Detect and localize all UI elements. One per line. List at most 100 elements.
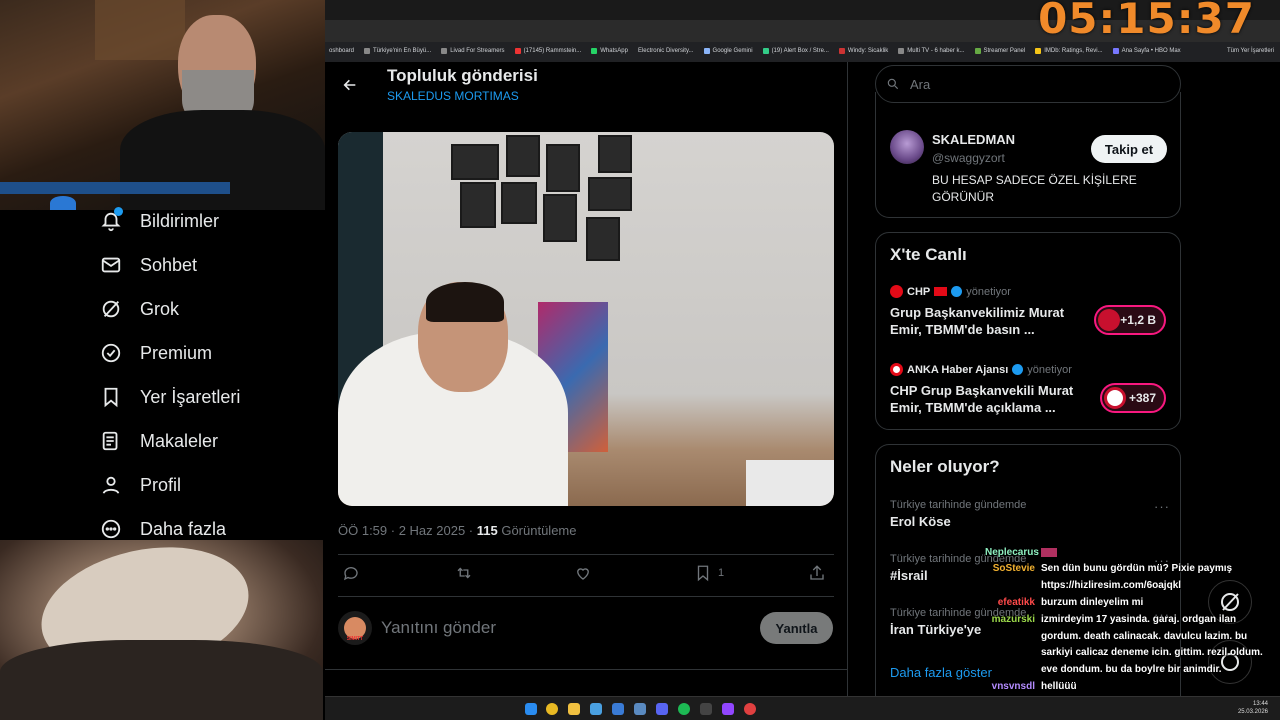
post-media-image[interactable] [338,132,834,506]
live-item[interactable]: ANKA Haber Ajansı yönetiyor CHP Grup Baş… [890,363,1170,416]
more-options-icon[interactable]: ··· [1154,499,1170,514]
system-clock[interactable]: 13:44 25.03.2026 [1238,700,1268,716]
bookmark-item[interactable]: (19) Alert Box / Stre... [762,48,829,54]
nav-label: Premium [140,342,213,363]
chat-message: mazurski izmirdeyim 17 yasinda. garaj. o… [985,612,1280,675]
share-action-button[interactable] [808,564,826,582]
app-icon[interactable] [700,703,712,715]
chp-logo-icon [890,285,903,298]
live-role: yönetiyor [1027,363,1072,376]
chat-text: Sen dün bunu gördün mü? Pixie paymış htt… [1041,563,1233,591]
trend-item[interactable]: Türkiye tarihinde gündemde Erol Köse ··· [890,499,1170,529]
folder-icon[interactable] [568,703,580,715]
nav-item-grok[interactable]: Grok [100,298,179,320]
verified-icon [1012,364,1024,375]
bookmark-icon [697,565,709,582]
taskbar-time: 13:44 [1252,701,1268,707]
live-listeners-pill[interactable]: +387 [1100,383,1166,413]
section-title: Neler oluyor? [890,457,1000,476]
bookmark-item[interactable]: Türkiye'nin En Büyü... [364,48,431,54]
account-name[interactable]: SKALEDMAN [932,132,1015,147]
live-headline: CHP Grup Başkanvekili Murat Emir, TBMM'd… [890,383,1074,415]
chrome-icon[interactable] [546,703,558,715]
envelope-icon [100,254,122,276]
repost-action-button[interactable] [455,564,473,582]
search-placeholder: Ara [910,76,931,92]
verified-icon [951,286,963,297]
show-more-link[interactable]: Daha fazla göster [890,665,992,680]
like-action-button[interactable] [574,564,592,582]
steam-icon[interactable] [634,703,646,715]
start-icon[interactable] [525,703,537,715]
post-header: Topluluk gönderisi SKALEDUS MORTIMAS [325,62,847,132]
post-meta: ÖÖ 1:59 · 2 Haz 2025 · 115 Görüntüleme [338,523,576,538]
spotify-icon[interactable] [678,703,690,715]
share-icon [810,565,824,580]
section-title: X'te Canlı [890,245,967,264]
live-source: CHP [907,285,931,298]
chat-message: efeatikk burzum dinleyelim mi [985,595,1280,612]
host-avatar [1104,387,1126,409]
nav-item-bookmarks[interactable]: Yer İşaretleri [100,386,240,408]
turkey-flag-icon [934,287,948,296]
nav-label: Sohbet [140,254,198,275]
bookmark-item[interactable]: Google Gemini [703,48,753,54]
nav-item-notifications[interactable]: Bildirimler [100,207,219,232]
bookmark-item[interactable]: oshboard [329,48,354,54]
obs-icon[interactable] [744,703,756,715]
live-on-x-card: X'te Canlı CHP yönetiyor Grup Başkanveki… [875,232,1181,430]
chat-emote-icon [1041,547,1057,557]
nav-label: Profil [140,474,182,495]
all-bookmarks-folder[interactable]: Tüm Yer İşaretleri [1227,48,1280,54]
chat-text: izmirdeyim 17 yasinda. garaj. ordgan ila… [1041,614,1263,675]
nav-item-chat[interactable]: Sohbet [100,254,197,276]
bookmark-item[interactable]: WhatsApp [591,48,628,54]
live-item[interactable]: CHP yönetiyor Grup Başkanvekilimiz Murat… [890,285,1170,338]
chat-message: SoStevie Sen dün bunu gördün mü? Pixie p… [985,561,1280,591]
trend-context: Türkiye tarihinde gündemde [890,499,1027,511]
nav-item-profile[interactable]: Profil [100,474,181,496]
who-to-follow-card: SKALEDMAN @swaggyzort BU HESAP SADECE ÖZ… [875,92,1181,218]
webcam-overlay-top [0,0,325,210]
bookmark-item[interactable]: Livad For Streamers [441,48,505,54]
discord-icon[interactable] [656,703,668,715]
follow-button[interactable]: Takip et [1091,135,1167,163]
search-input[interactable]: Ara [875,65,1181,103]
host-avatar [1098,309,1120,331]
post-timestamp: ÖÖ 1:59 · 2 Haz 2025 · [338,523,477,538]
nav-item-articles[interactable]: Makaleler [100,430,218,452]
grok-icon [100,298,122,320]
windows-taskbar: 13:44 25.03.2026 [325,696,1280,720]
community-link[interactable]: SKALEDUS MORTIMAS [387,89,519,103]
reply-button[interactable]: Yanıtla [760,612,833,644]
app-icon[interactable] [612,703,624,715]
avatar-label: SIMITT [346,636,364,642]
reply-input[interactable]: Yanıtını gönder [381,618,496,638]
bookmark-item[interactable]: Windy: Sicaklik [838,48,888,54]
reply-action-button[interactable] [342,564,360,582]
live-listeners-pill[interactable]: +1,2 B [1094,305,1166,335]
nav-label: Yer İşaretleri [140,386,241,407]
bookmark-item[interactable]: Ana Sayfa • HBO Max [1112,48,1181,54]
views-label: Görüntüleme [497,523,577,538]
avatar[interactable] [890,130,924,164]
twitch-icon[interactable] [722,703,734,715]
back-button[interactable] [337,72,363,98]
nav-item-more[interactable]: Daha fazla [100,518,226,540]
bookmark-item[interactable]: Streamer Panel [974,48,1025,54]
bookmark-item[interactable]: IMDb: Ratings, Revi... [1035,48,1103,54]
bookmark-item[interactable]: Electronic Diversity... [638,48,694,54]
nav-item-premium[interactable]: Premium [100,342,212,364]
avatar: SIMITT [338,611,372,645]
chat-username: SoStevie [992,563,1035,574]
live-role: yönetiyor [966,285,1011,298]
views-count: 115 [476,523,498,538]
bookmark-item[interactable]: (17145) Rammstein... [514,48,581,54]
bookmark-action-button[interactable]: 1 [694,564,724,582]
bookmark-item[interactable]: Multi TV - 6 haber k... [898,48,965,54]
app-icon[interactable] [590,703,602,715]
nav-label: Grok [140,298,180,319]
post-detail-column: Topluluk gönderisi SKALEDUS MORTIMAS ÖÖ … [325,62,848,696]
repost-icon [457,567,471,579]
live-count: +387 [1128,391,1156,405]
